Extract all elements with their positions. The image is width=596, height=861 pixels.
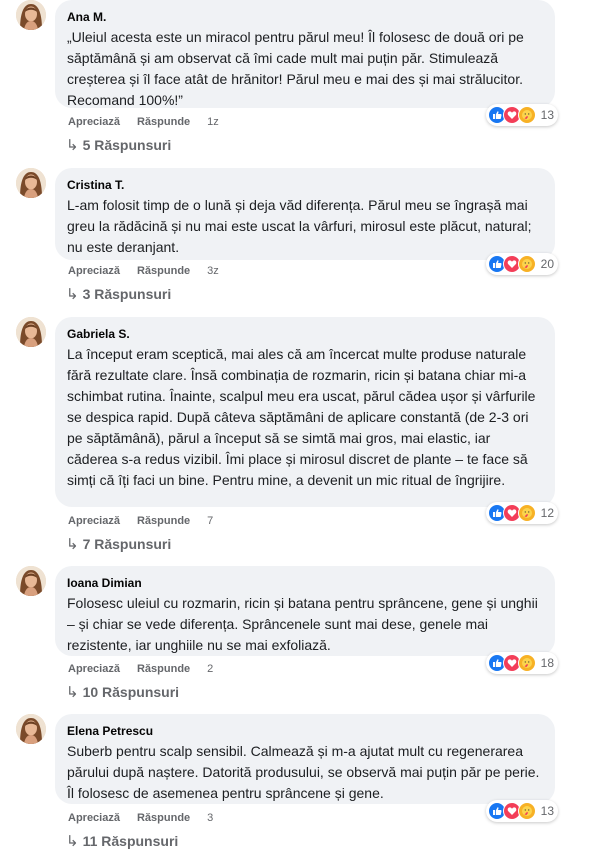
view-replies-link[interactable]: ↳ 11 Răspunsuri	[66, 832, 178, 850]
reaction-count: 18	[540, 656, 554, 670]
like-link[interactable]: Apreciază	[68, 515, 120, 527]
comment-text: La început eram sceptică, mai ales că am…	[67, 346, 536, 488]
avatar[interactable]	[16, 714, 46, 744]
like-link[interactable]: Apreciază	[68, 663, 120, 675]
comment-bubble: Ana M. „Uleiul acesta este un miracol pe…	[55, 0, 555, 108]
avatar[interactable]	[16, 317, 46, 347]
view-replies-link[interactable]: ↳ 10 Răspunsuri	[66, 683, 179, 701]
reply-link[interactable]: Răspunde	[137, 116, 190, 128]
replies-count: 7 Răspunsuri	[82, 536, 172, 552]
reply-link[interactable]: Răspunde	[137, 265, 190, 277]
reaction-count: 20	[540, 257, 554, 271]
comment-text: L-am folosit timp de o lună și deja văd …	[67, 197, 532, 255]
comment-timestamp[interactable]: 3	[207, 812, 213, 824]
avatar[interactable]	[16, 168, 46, 198]
reaction-count: 12	[540, 506, 554, 520]
reaction-count: 13	[540, 804, 554, 818]
comment-actions: Apreciază Răspunde 1z	[68, 116, 219, 128]
reactions-summary[interactable]: 12	[485, 502, 558, 524]
comment-bubble: Elena Petrescu Suberb pentru scalp sensi…	[55, 714, 555, 804]
reactions-summary[interactable]: 18	[485, 652, 558, 674]
comment-timestamp[interactable]: 3z	[207, 265, 219, 277]
comment-actions: Apreciază Răspunde 3	[68, 812, 213, 824]
replies-count: 11 Răspunsuri	[82, 833, 179, 849]
comment-author[interactable]: Ioana Dimian	[67, 575, 543, 591]
reaction-count: 13	[540, 108, 554, 122]
replies-count: 3 Răspunsuri	[82, 286, 172, 302]
like-link[interactable]: Apreciază	[68, 265, 120, 277]
view-replies-link[interactable]: ↳ 7 Răspunsuri	[66, 535, 171, 553]
comment-bubble: Ioana Dimian Folosesc uleiul cu rozmarin…	[55, 566, 555, 656]
care-reaction-icon	[517, 802, 536, 820]
care-reaction-icon	[517, 504, 536, 522]
like-link[interactable]: Apreciază	[68, 116, 120, 128]
comment-author[interactable]: Elena Petrescu	[67, 723, 543, 739]
replies-count: 10 Răspunsuri	[82, 684, 180, 700]
comment-author[interactable]: Cristina T.	[67, 177, 543, 193]
reply-arrow-icon: ↳	[66, 137, 79, 154]
avatar[interactable]	[16, 566, 46, 596]
avatar[interactable]	[16, 0, 46, 30]
reactions-summary[interactable]: 20	[485, 253, 558, 275]
comment-author[interactable]: Ana M.	[67, 9, 543, 25]
reply-arrow-icon: ↳	[66, 833, 79, 850]
view-replies-link[interactable]: ↳ 3 Răspunsuri	[66, 285, 171, 303]
comment-actions: Apreciază Răspunde 3z	[68, 265, 219, 277]
care-reaction-icon	[517, 255, 536, 273]
comment-timestamp[interactable]: 2	[207, 663, 213, 675]
reply-link[interactable]: Răspunde	[137, 515, 190, 527]
comment-text: Folosesc uleiul cu rozmarin, ricin și ba…	[67, 595, 538, 653]
reactions-summary[interactable]: 13	[485, 104, 558, 126]
replies-count: 5 Răspunsuri	[82, 137, 172, 153]
comment-timestamp[interactable]: 1z	[207, 116, 219, 128]
comment-bubble: Cristina T. L-am folosit timp de o lună …	[55, 168, 555, 260]
reply-arrow-icon: ↳	[66, 536, 79, 553]
comment-actions: Apreciază Răspunde 7	[68, 515, 213, 527]
care-reaction-icon	[517, 654, 536, 672]
reply-link[interactable]: Răspunde	[137, 663, 190, 675]
reply-arrow-icon: ↳	[66, 286, 79, 303]
care-reaction-icon	[517, 106, 536, 124]
comment-actions: Apreciază Răspunde 2	[68, 663, 213, 675]
comment-author[interactable]: Gabriela S.	[67, 326, 543, 342]
view-replies-link[interactable]: ↳ 5 Răspunsuri	[66, 136, 171, 154]
comment-text: „Uleiul acesta este un miracol pentru pă…	[67, 29, 524, 108]
comment-bubble: Gabriela S. La început eram sceptică, ma…	[55, 317, 555, 507]
reactions-summary[interactable]: 13	[485, 800, 558, 822]
comment-timestamp[interactable]: 7	[207, 515, 213, 527]
reply-link[interactable]: Răspunde	[137, 812, 190, 824]
comment-text: Suberb pentru scalp sensibil. Calmează ș…	[67, 743, 540, 801]
like-link[interactable]: Apreciază	[68, 812, 120, 824]
reply-arrow-icon: ↳	[66, 684, 79, 701]
